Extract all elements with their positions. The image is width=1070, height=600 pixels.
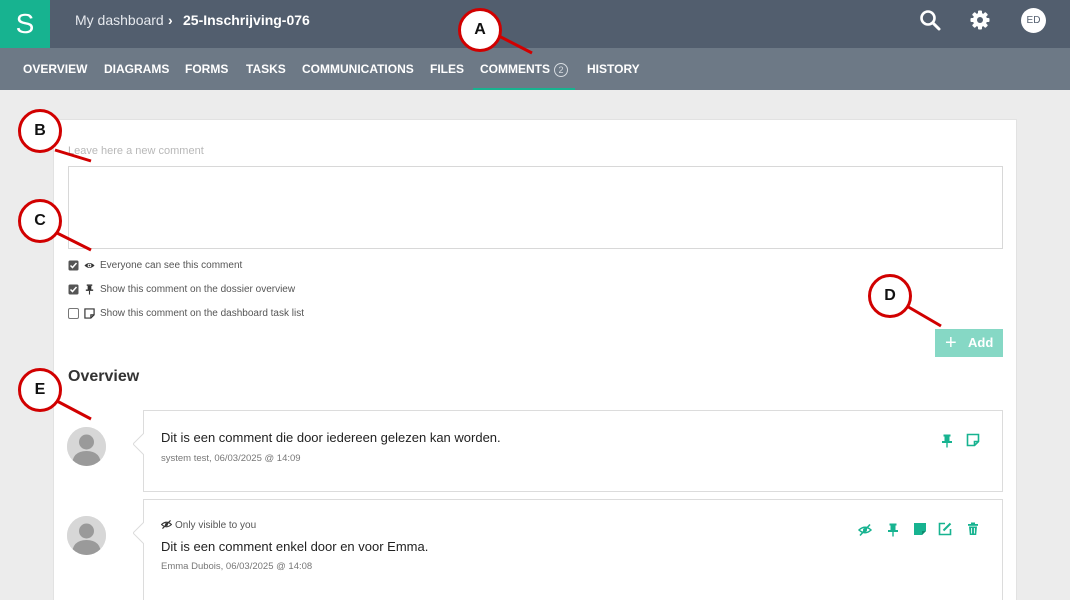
- annotation-marker-a: A: [458, 8, 502, 52]
- annotation-marker-c: C: [18, 199, 62, 243]
- annotation-marker-d: D: [868, 274, 912, 318]
- annotation-marker-e: E: [18, 368, 62, 412]
- annotation-marker-b: B: [18, 109, 62, 153]
